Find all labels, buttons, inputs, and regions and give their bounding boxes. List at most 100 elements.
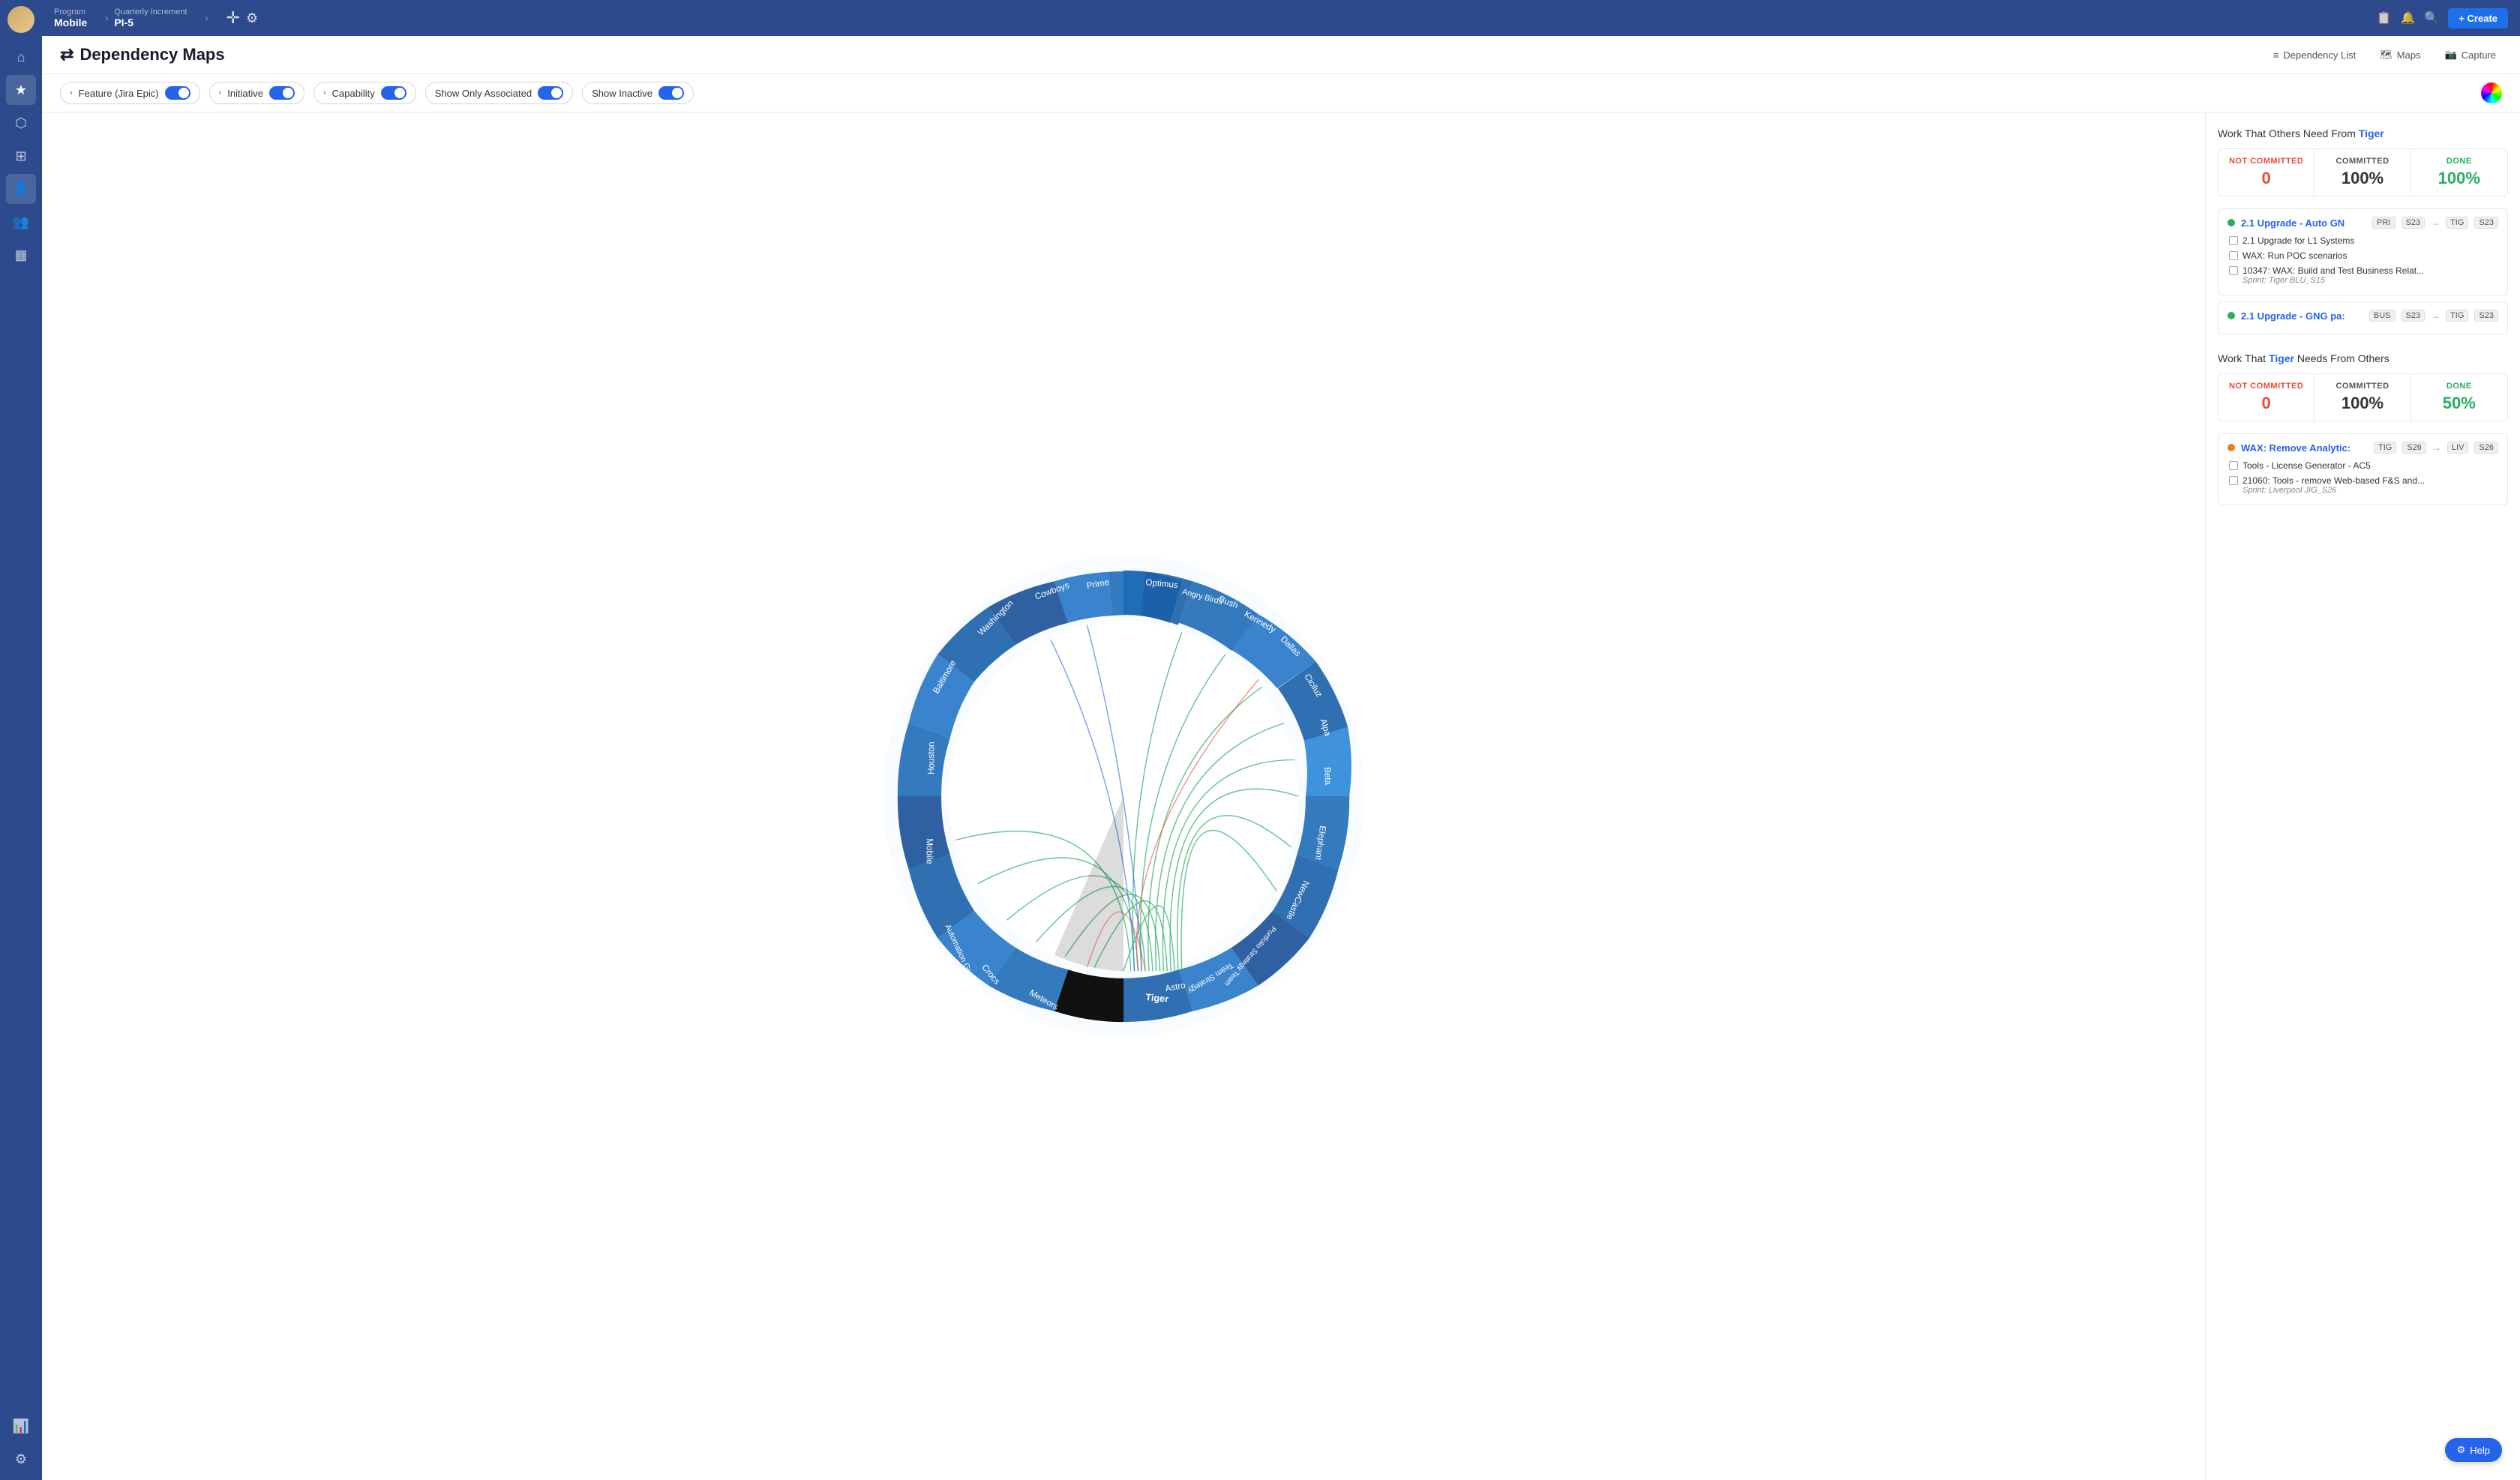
chord-diagram[interactable]: Tiger Astro Meteors Crocs Automation Gro… (868, 541, 1378, 1051)
dep-tag-1-tig: TIG (2446, 217, 2468, 229)
dep-title-1[interactable]: 2.1 Upgrade - Auto GN (2241, 217, 2366, 229)
dep-sprint-2-s23b: S23 (2474, 310, 2498, 322)
dep-sub-item-1-1: 2.1 Upgrade for L1 Systems (2229, 233, 2498, 248)
dep-item-3-header: WAX: Remove Analytic: TIG S26 → LIV S26 (2228, 442, 2498, 454)
section2-entity-link[interactable]: Tiger (2269, 352, 2294, 364)
sidebar-item-team[interactable]: 👥 (6, 207, 36, 237)
help-icon: ⚙ (2457, 1444, 2466, 1456)
dependency-item-2: 2.1 Upgrade - GNG pa: BUS S23 → TIG S23 (2218, 301, 2508, 334)
capability-filter[interactable]: › Capability (314, 82, 416, 104)
dep-tag-1-pri: PRI (2372, 217, 2395, 229)
dep-tag-2-bus: BUS (2369, 310, 2396, 322)
avatar[interactable] (8, 6, 34, 33)
dep-arrow-3: → (2432, 442, 2441, 453)
help-button[interactable]: ⚙ Help (2445, 1438, 2502, 1462)
right-panel: Work That Others Need From Tiger NOT COM… (2205, 112, 2520, 1480)
search-icon[interactable]: 🔍 (2424, 10, 2439, 25)
capability-toggle[interactable] (381, 86, 406, 100)
dep-sub-item-1-2: WAX: Run POC scenarios (2229, 248, 2498, 263)
panel-divider (2218, 340, 2508, 352)
color-wheel-icon[interactable] (2481, 82, 2502, 103)
dep-sub-item-3-1: Tools - License Generator - AC5 (2229, 458, 2498, 473)
feature-filter[interactable]: › Feature (Jira Epic) (60, 82, 200, 104)
dep-dot-3 (2228, 444, 2235, 451)
dep-checkbox-1-3[interactable] (2229, 266, 2238, 275)
gear-icon[interactable]: ⚙ (246, 10, 258, 26)
page-title: ⇄ Dependency Maps (60, 45, 225, 64)
dep-checkbox-3-1[interactable] (2229, 461, 2238, 470)
segment-label-tiger[interactable]: Tiger (1145, 992, 1169, 1005)
filter-bar: › Feature (Jira Epic) › Initiative › Cap… (42, 74, 2520, 112)
dep-title-2[interactable]: 2.1 Upgrade - GNG pa: (2241, 310, 2363, 322)
stats-grid-1: NOT COMMITTED 0 COMMITTED 100% DONE 100% (2218, 148, 2508, 196)
dependency-list-button[interactable]: ≡ Dependency List (2267, 46, 2362, 64)
sidebar-item-users[interactable]: 👤 (6, 174, 36, 204)
dep-title-3[interactable]: WAX: Remove Analytic: (2241, 442, 2368, 454)
topnav-icons: ✛ ⚙ (214, 8, 271, 28)
sidebar-item-board[interactable]: ▦ (6, 240, 36, 270)
dep-sub-1: 2.1 Upgrade for L1 Systems WAX: Run POC … (2228, 233, 2498, 287)
feature-toggle[interactable] (165, 86, 190, 100)
sidebar-item-settings[interactable]: ⚙ (6, 1444, 36, 1474)
sidebar-item-home[interactable]: ⌂ (6, 42, 36, 72)
dep-sprint-3-s26: S26 (2402, 442, 2426, 454)
panel-section2-title: Work That Tiger Needs From Others (2218, 352, 2508, 364)
segment-label-houston[interactable]: Houston (926, 741, 936, 774)
dep-dot-1 (2228, 219, 2235, 226)
dep-tag-3-liv: LIV (2447, 442, 2469, 454)
segment-label-beta[interactable]: Beta (1322, 767, 1333, 786)
sidebar: ⌂ ★ ⬡ ⊞ 👤 👥 ▦ 📊 ⚙ (0, 0, 42, 1480)
program-section: Program Mobile (54, 7, 99, 28)
create-button[interactable]: + Create (2448, 8, 2508, 28)
dep-item-1-header: 2.1 Upgrade - Auto GN PRI S23 → TIG S23 (2228, 217, 2498, 229)
dep-checkbox-3-2[interactable] (2229, 476, 2238, 485)
show-only-associated-filter[interactable]: Show Only Associated (425, 82, 573, 104)
dep-arrow-1: → (2431, 217, 2440, 228)
dep-checkbox-1-2[interactable] (2229, 251, 2238, 260)
qi-chevron-icon: › (200, 13, 214, 23)
sidebar-item-hierarchy[interactable]: ⊞ (6, 141, 36, 171)
page-header-actions: ≡ Dependency List 🗺 Maps 📷 Capture (2267, 46, 2502, 64)
dep-sprint-3-s26b: S26 (2474, 442, 2498, 454)
topnav: Program Mobile › Quarterly Increment PI-… (42, 0, 2520, 36)
dep-checkbox-1-1[interactable] (2229, 236, 2238, 245)
section1-entity-link[interactable]: Tiger (2359, 127, 2384, 139)
dep-arrow-2: → (2431, 310, 2440, 321)
qi-section: Quarterly Increment PI-5 (114, 7, 199, 28)
dep-sprint-1-s23: S23 (2402, 217, 2426, 229)
dep-tag-3-tig: TIG (2374, 442, 2396, 454)
maps-icon: 🗺 (2380, 49, 2392, 61)
dep-sprint-2-s23: S23 (2402, 310, 2426, 322)
topnav-actions: 📋 🔔 🔍 + Create (2377, 8, 2508, 28)
capture-icon: 📷 (2445, 49, 2457, 61)
clipboard-icon[interactable]: 📋 (2377, 10, 2392, 25)
chord-diagram-area[interactable]: Tiger Astro Meteors Crocs Automation Gro… (42, 112, 2205, 1480)
bell-icon[interactable]: 🔔 (2400, 10, 2415, 25)
show-only-associated-toggle[interactable] (538, 86, 563, 100)
dep-dot-2 (2228, 312, 2235, 319)
capture-button[interactable]: 📷 Capture (2439, 46, 2502, 64)
dep-tag-2-tig: TIG (2446, 310, 2468, 322)
stat-not-committed-1: NOT COMMITTED 0 (2218, 149, 2314, 196)
page: ⇄ Dependency Maps ≡ Dependency List 🗺 Ma… (42, 36, 2520, 1480)
maps-button[interactable]: 🗺 Maps (2374, 46, 2426, 64)
stat-committed-1: COMMITTED 100% (2314, 149, 2410, 196)
dep-sub-item-1-3: 10347: WAX: Build and Test Business Rela… (2229, 263, 2498, 287)
segment-label-mobile[interactable]: Mobile (925, 838, 934, 864)
sidebar-item-favorites[interactable]: ★ (6, 75, 36, 105)
content-area: Tiger Astro Meteors Crocs Automation Gro… (42, 112, 2520, 1480)
list-icon: ≡ (2273, 49, 2279, 61)
capability-arrow-icon: › (323, 88, 326, 97)
dependency-item-3: WAX: Remove Analytic: TIG S26 → LIV S26 … (2218, 433, 2508, 505)
sidebar-item-reports[interactable]: 📊 (6, 1411, 36, 1441)
initiative-filter[interactable]: › Initiative (209, 82, 304, 104)
page-header: ⇄ Dependency Maps ≡ Dependency List 🗺 Ma… (42, 36, 2520, 74)
stat-committed-2: COMMITTED 100% (2314, 374, 2410, 421)
dependency-item-1: 2.1 Upgrade - Auto GN PRI S23 → TIG S23 … (2218, 208, 2508, 295)
dependency-maps-icon: ⇄ (60, 45, 74, 64)
show-inactive-toggle[interactable] (658, 86, 684, 100)
add-icon[interactable]: ✛ (226, 8, 240, 28)
sidebar-item-analytics[interactable]: ⬡ (6, 108, 36, 138)
show-inactive-filter[interactable]: Show Inactive (582, 82, 694, 104)
initiative-toggle[interactable] (269, 86, 295, 100)
